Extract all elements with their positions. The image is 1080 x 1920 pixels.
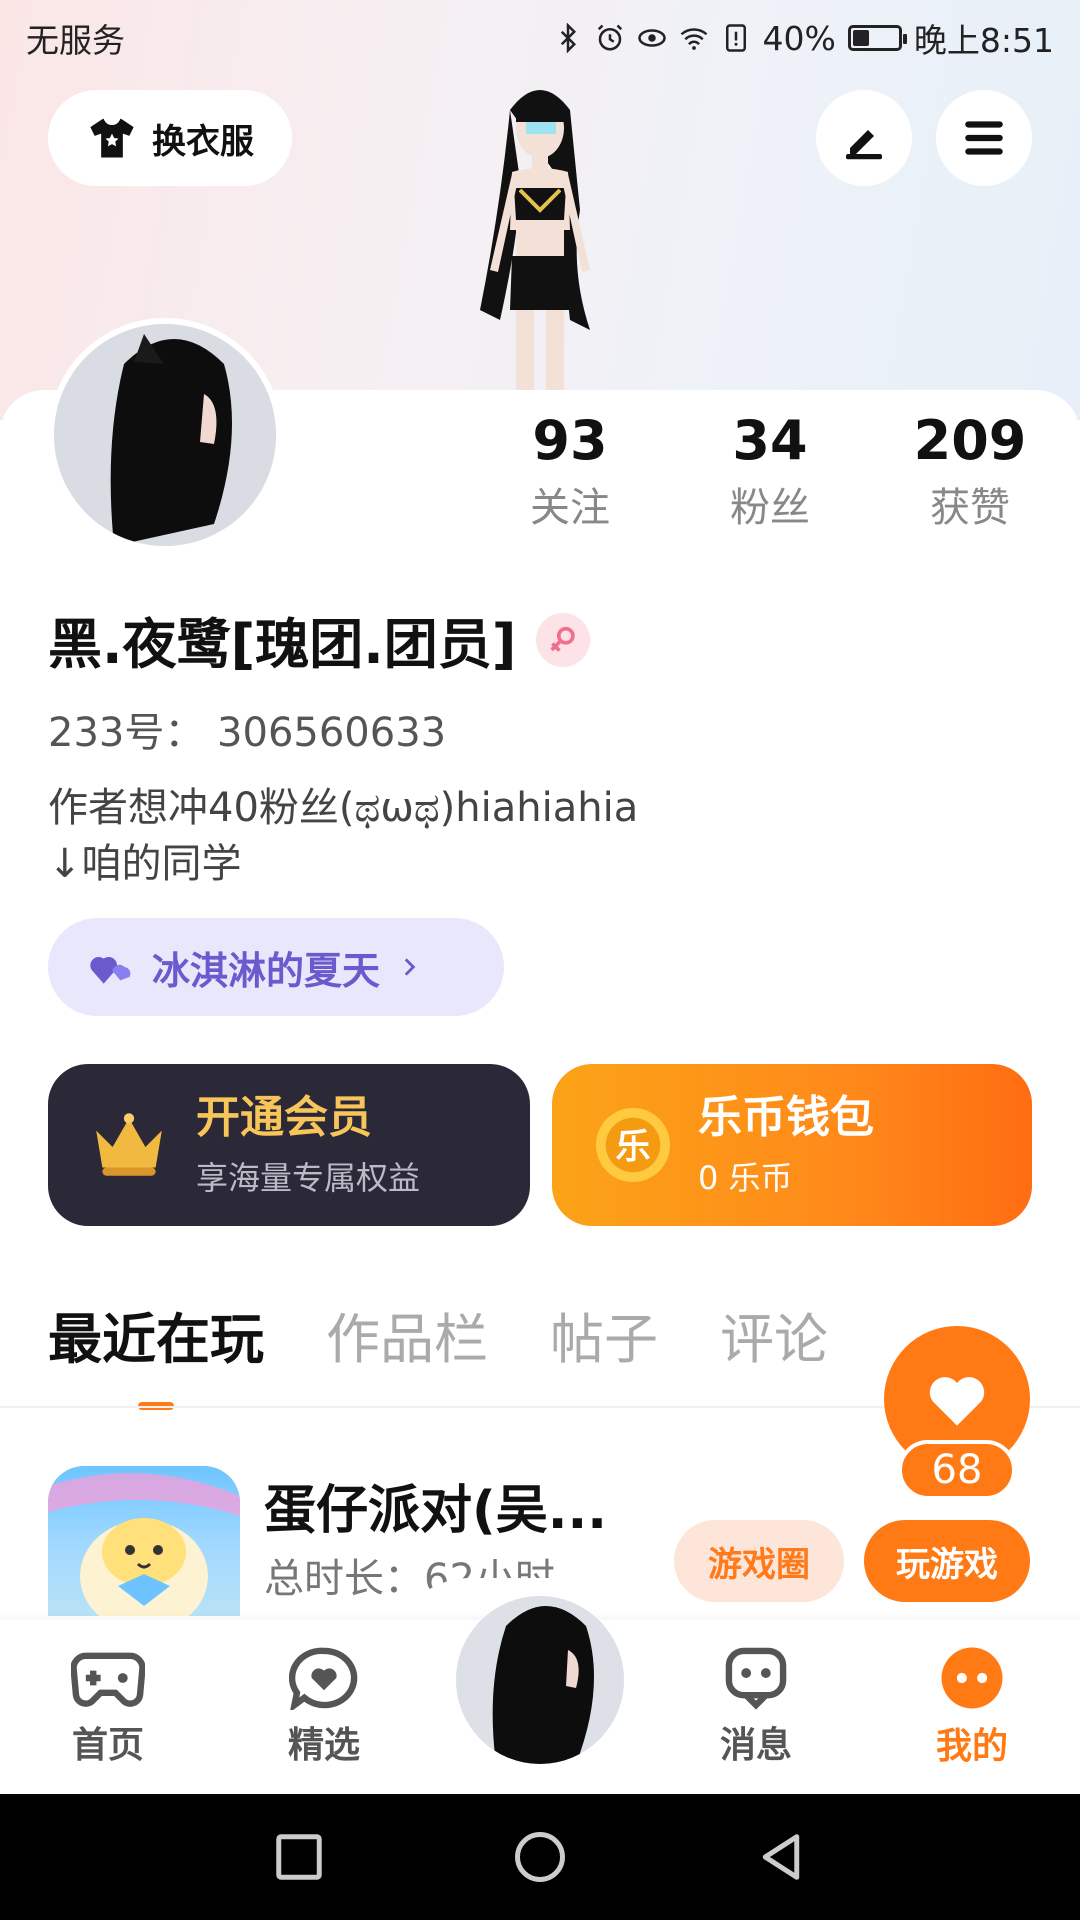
nav-home-label: 首页 (71, 1725, 144, 1766)
status-icons: 40% 晚上8:51 (553, 14, 1054, 62)
recent-apps-icon[interactable] (272, 1830, 326, 1884)
edit-profile-button[interactable] (816, 90, 912, 186)
game-icon[interactable] (48, 1466, 240, 1616)
nav-featured-label: 精选 (287, 1725, 360, 1766)
menu-icon (965, 121, 1003, 155)
home-circle-icon[interactable] (513, 1830, 567, 1884)
battery-percent: 40% (762, 18, 836, 58)
group-tag-button[interactable]: 冰淇淋的夏天 (48, 918, 504, 1016)
shirt-icon (90, 118, 134, 158)
change-outfit-label: 换衣服 (152, 121, 254, 162)
chat-icon (725, 1647, 787, 1710)
game-name: 蛋仔派对(吴... (264, 1481, 608, 1541)
followers-label: 粉丝 (730, 485, 810, 531)
heart-icon (929, 1377, 985, 1426)
user-id: 233号： 306560633 (48, 710, 447, 756)
wallet-card[interactable]: 乐 乐币钱包 0 乐币 (552, 1064, 1032, 1226)
profile-face-icon (941, 1647, 1003, 1709)
pen-icon (846, 130, 882, 160)
heart-bubble-icon (289, 1647, 358, 1710)
system-nav-bar (0, 1794, 1080, 1920)
group-tag-label: 冰淇淋的夏天 (152, 948, 381, 993)
game-circle-button[interactable]: 游戏圈 (674, 1520, 844, 1602)
likes-label: 获赞 (930, 485, 1010, 531)
wallet-title: 乐币钱包 (698, 1092, 874, 1143)
carrier-label: 无服务 (26, 21, 125, 60)
vip-subtitle: 享海量专属权益 (196, 1159, 421, 1197)
alarm-icon (597, 24, 622, 51)
tab-posts[interactable]: 帖子 (550, 1300, 658, 1380)
name-row: 黑.夜鹭[瑰团.团员] (48, 600, 591, 679)
avatar-image (54, 324, 276, 546)
double-heart-icon (90, 957, 131, 984)
tab-recently-played[interactable]: 最近在玩 (48, 1300, 264, 1410)
user-bio: 作者想冲40粉丝(ಥωಥ)hiahiahia ↓咱的同学 (48, 780, 638, 892)
sim-alert-icon (725, 24, 746, 52)
like-count: 68 (898, 1440, 1016, 1500)
vip-title: 开通会员 (196, 1092, 372, 1143)
nav-featured[interactable]: 精选 (216, 1620, 432, 1794)
stat-likes[interactable]: 209 获赞 (870, 405, 1070, 539)
nav-messages[interactable]: 消息 (648, 1620, 864, 1794)
vip-membership-card[interactable]: 开通会员 享海量专属权益 (48, 1064, 530, 1226)
following-label: 关注 (530, 485, 610, 531)
tab-works[interactable]: 作品栏 (326, 1300, 488, 1380)
nav-me[interactable]: 我的 (864, 1620, 1080, 1794)
profile-tabs: 最近在玩 作品栏 帖子 评论 (48, 1300, 828, 1410)
tab-comments[interactable]: 评论 (720, 1300, 828, 1380)
likes-count: 209 (913, 409, 1027, 472)
followers-count: 34 (732, 409, 808, 472)
user-avatar[interactable] (48, 318, 282, 552)
coin-icon: 乐 (595, 1107, 671, 1183)
nav-messages-label: 消息 (719, 1725, 792, 1766)
status-bar: 无服务 40% 晚上8:51 (0, 0, 1080, 76)
stat-following[interactable]: 93 关注 (470, 405, 670, 539)
stat-followers[interactable]: 34 粉丝 (670, 405, 870, 539)
nav-center-avatar[interactable] (456, 1596, 624, 1764)
gamepad-icon (71, 1652, 145, 1707)
wifi-icon (680, 28, 707, 50)
menu-button[interactable] (936, 90, 1032, 186)
eye-icon (637, 29, 666, 47)
game-artwork (48, 1473, 240, 1616)
following-count: 93 (532, 409, 608, 472)
clock: 晚上8:51 (913, 21, 1054, 60)
bluetooth-icon (560, 23, 576, 53)
nav-me-label: 我的 (935, 1726, 1008, 1767)
change-outfit-button[interactable]: 换衣服 (48, 90, 292, 186)
battery-fill (852, 30, 870, 46)
battery-icon (847, 25, 907, 51)
wallet-balance: 0 乐币 (698, 1159, 793, 1197)
play-game-button[interactable]: 玩游戏 (864, 1520, 1030, 1602)
back-triangle-icon[interactable] (754, 1830, 808, 1884)
coin-char: 乐 (615, 1127, 650, 1168)
user-name: 黑.夜鹭[瑰团.团员] (48, 613, 517, 676)
female-icon (536, 612, 591, 667)
avatar-character-figure[interactable] (420, 70, 660, 390)
chevron-right-icon (404, 958, 416, 976)
center-avatar-image (456, 1596, 624, 1764)
profile-stats: 93 关注 34 粉丝 209 获赞 (470, 405, 1070, 539)
crown-icon (96, 1113, 162, 1176)
bio-line-1: 作者想冲40粉丝(ಥωಥ)hiahiahia (48, 785, 639, 831)
nav-home[interactable]: 首页 (0, 1620, 216, 1794)
bio-line-2: ↓咱的同学 (48, 841, 242, 887)
